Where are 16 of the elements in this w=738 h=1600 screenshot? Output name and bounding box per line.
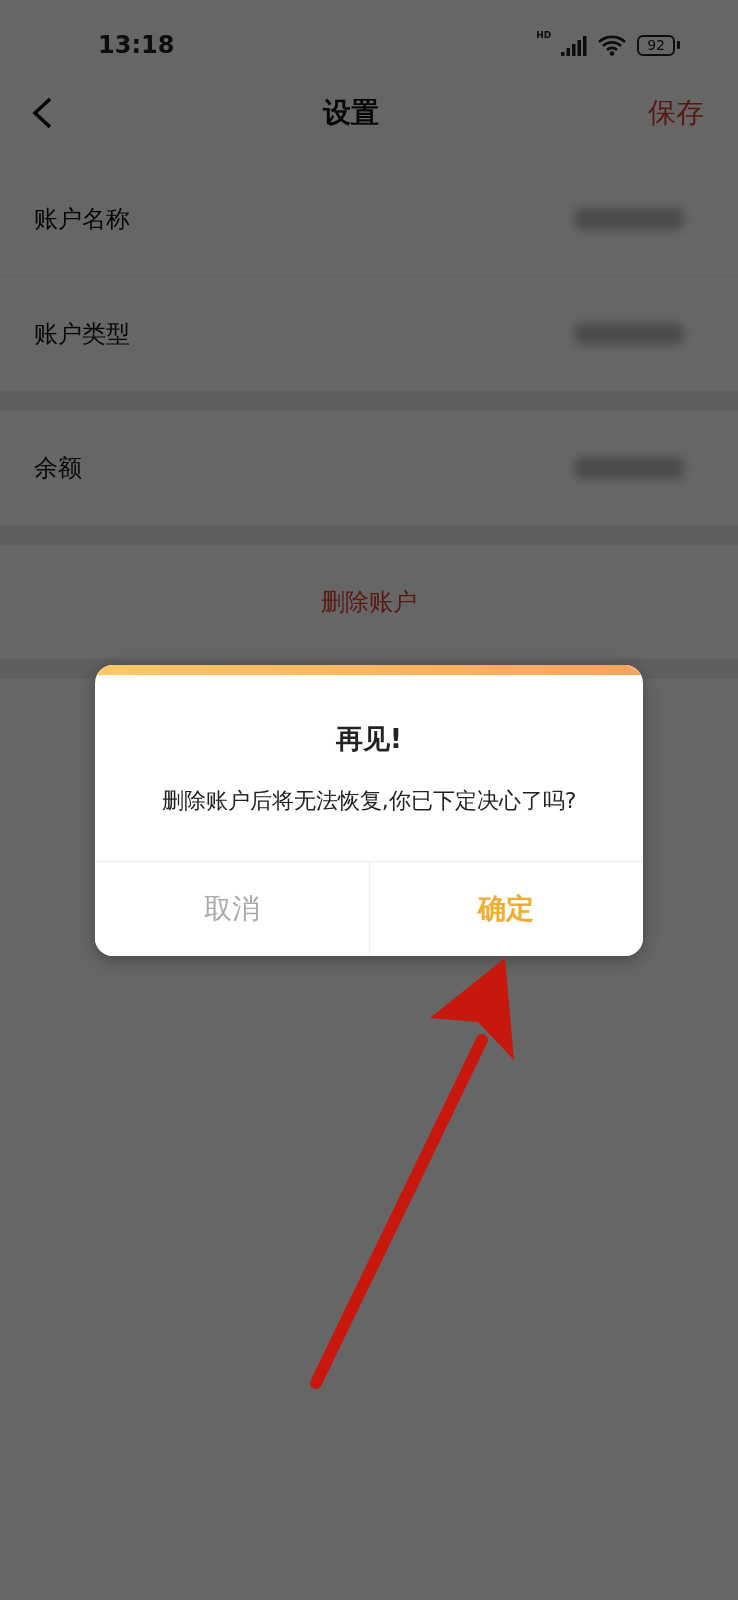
row-label: 余额 <box>34 453 82 484</box>
dialog-title: 再见! <box>334 722 404 756</box>
delete-account-link[interactable]: 删除账户 <box>321 586 417 618</box>
row-label: 账户类型 <box>34 319 130 350</box>
cancel-button[interactable]: 取消 <box>95 862 369 956</box>
dialog-message: 删除账户后将无法恢复,你已下定决心了吗? <box>160 787 578 815</box>
save-button[interactable]: 保存 <box>648 94 704 132</box>
status-time: 13:18 <box>98 31 175 59</box>
row-label: 账户名称 <box>34 204 130 235</box>
battery-indicator: 92 <box>637 34 675 56</box>
confirm-button[interactable]: 确定 <box>368 862 643 956</box>
page-title: 设置 <box>323 95 379 131</box>
network-type: HD <box>536 30 552 40</box>
wifi-icon <box>597 34 628 56</box>
back-icon[interactable] <box>30 96 54 130</box>
signal-icon <box>561 34 588 56</box>
